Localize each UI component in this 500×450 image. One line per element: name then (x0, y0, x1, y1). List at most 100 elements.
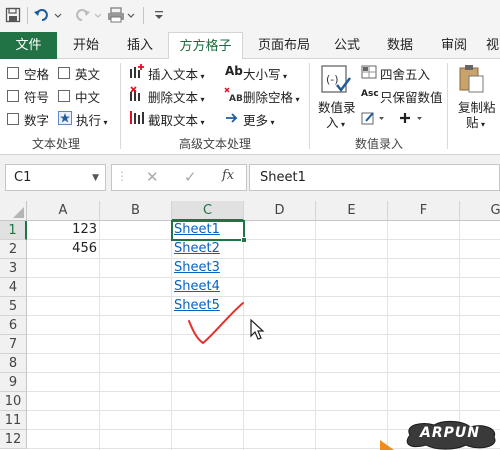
asc-icon: Asc (361, 89, 379, 99)
hyperlink-cell[interactable]: Sheet3 (174, 260, 220, 275)
extract-text-button[interactable]: 截取文本 ▾ (148, 110, 205, 129)
row-header[interactable]: 9 (0, 373, 27, 392)
enter-icon[interactable]: ✓ (184, 168, 197, 186)
checkbox-label: 符号 (24, 90, 50, 105)
checkbox-english[interactable] (58, 67, 70, 79)
cell-a1[interactable]: 123 (25, 222, 97, 237)
column-header[interactable]: A (27, 201, 100, 221)
ribbon: 空格 英文 符号 中文 数字 执行 ▾ 文本处理 插入文本 ▾ 删除文本 ▾ 截… (0, 59, 500, 155)
hyperlink-cell[interactable]: Sheet2 (174, 241, 220, 256)
plus-icon[interactable] (399, 111, 429, 128)
tab-insert[interactable]: 插入 (118, 32, 162, 59)
delete-text-icon (129, 86, 145, 105)
row-header[interactable]: 11 (0, 411, 27, 430)
round-button[interactable]: 四舍五入 (380, 64, 430, 83)
paste-icon (458, 64, 486, 97)
watermark-text: ARPUN (420, 425, 480, 441)
tab-formulas[interactable]: 公式 (325, 32, 369, 59)
formula-tools: ⋮ ✕ ✓ fx (111, 164, 247, 191)
group-divider (309, 63, 310, 149)
chevron-down-icon[interactable]: ▼ (92, 173, 99, 183)
ribbon-tab-bar: 文件 开始 插入 方方格子 页面布局 公式 数据 审阅 视 (0, 32, 500, 60)
row-header[interactable]: 5 (0, 297, 27, 316)
row-header[interactable]: 10 (0, 392, 27, 411)
column-header[interactable]: F (388, 201, 460, 221)
row-header[interactable]: 7 (0, 335, 27, 354)
fill-handle[interactable] (241, 237, 247, 243)
checkbox-label: 英文 (75, 67, 101, 82)
formula-bar: C1 ▼ ⋮ ✕ ✓ fx Sheet1 (0, 155, 500, 201)
keep-value-button[interactable]: 只保留数值 (380, 87, 443, 106)
name-box[interactable]: C1 ▼ (5, 164, 106, 191)
selected-cell-c1[interactable] (171, 220, 247, 243)
formula-input-value: Sheet1 (260, 170, 306, 185)
tab-fangfang-grid[interactable]: 方方格子 (168, 32, 243, 60)
svg-text:AB: AB (229, 94, 243, 103)
drag-handle-icon[interactable]: ⋮ (116, 169, 128, 183)
more-button[interactable]: 更多 ▾ (243, 110, 275, 129)
edit-icon[interactable] (361, 111, 391, 128)
gridline (27, 296, 500, 297)
formula-input[interactable]: Sheet1 (249, 164, 500, 191)
cell-a2[interactable]: 456 (25, 241, 97, 256)
checkbox-chinese[interactable] (58, 90, 70, 102)
print-icon[interactable] (107, 4, 137, 26)
case-button[interactable]: 大小写 ▾ (243, 64, 287, 83)
row-header[interactable]: 6 (0, 316, 27, 335)
insert-text-button[interactable]: 插入文本 ▾ (148, 64, 205, 83)
tab-review[interactable]: 审阅 (432, 32, 476, 59)
cancel-icon[interactable]: ✕ (146, 168, 159, 186)
gridline (387, 221, 388, 450)
tab-file[interactable]: 文件 (0, 32, 57, 59)
tab-view[interactable]: 视 (486, 32, 500, 59)
row-header-selected[interactable]: 1 (0, 221, 27, 240)
gridline (99, 221, 100, 450)
group-label-text-processing: 文本处理 (32, 137, 81, 151)
column-header-selected[interactable]: C (172, 201, 244, 221)
gridline (27, 391, 500, 392)
gridline (27, 277, 500, 278)
insert-function-icon[interactable]: fx (222, 168, 234, 183)
column-header[interactable]: B (100, 201, 172, 221)
execute-button[interactable]: 执行 ▾ (76, 110, 108, 129)
more-arrow-icon (225, 112, 239, 127)
group-divider (120, 63, 121, 149)
delete-space-button[interactable]: 删除空格 ▾ (243, 87, 300, 106)
hyperlink-cell[interactable]: Sheet4 (174, 279, 220, 294)
checkbox-number[interactable] (7, 113, 19, 125)
save-icon[interactable] (3, 4, 23, 26)
spreadsheet-grid[interactable]: A B C D E F G 1 2 3 4 5 6 7 8 9 10 11 12 (0, 201, 500, 450)
delete-text-button[interactable]: 删除文本 ▾ (148, 87, 205, 106)
tab-data[interactable]: 数据 (378, 32, 422, 59)
redo-icon[interactable] (73, 4, 103, 26)
gridline (27, 410, 500, 411)
tab-home[interactable]: 开始 (64, 32, 108, 59)
select-all-corner[interactable] (0, 201, 27, 221)
column-header[interactable]: D (244, 201, 316, 221)
gridline (27, 239, 500, 240)
execute-icon[interactable] (58, 111, 72, 125)
checkbox-symbol[interactable] (7, 90, 19, 102)
gridline (27, 353, 500, 354)
undo-icon[interactable] (33, 4, 63, 26)
row-header[interactable]: 4 (0, 278, 27, 297)
svg-text:(-): (-) (326, 73, 339, 86)
column-header[interactable]: E (316, 201, 388, 221)
row-header[interactable]: 12 (0, 430, 27, 449)
extract-text-icon (129, 109, 145, 128)
row-header[interactable]: 3 (0, 259, 27, 278)
customize-icon[interactable] (151, 4, 167, 26)
row-header[interactable]: 2 (0, 240, 27, 259)
checkbox-label: 数字 (24, 113, 50, 128)
copy-paste-button-line2[interactable]: 贴 ▾ (466, 112, 485, 131)
checkbox-space[interactable] (7, 67, 19, 79)
delete-space-icon: AB (224, 87, 244, 104)
tab-page-layout[interactable]: 页面布局 (251, 32, 317, 59)
row-header[interactable]: 8 (0, 354, 27, 373)
mouse-cursor-icon (250, 319, 265, 340)
column-header[interactable]: G (460, 201, 500, 221)
number-entry-button-line2[interactable]: 入 ▾ (326, 112, 345, 131)
case-icon: Ab (225, 64, 243, 78)
toolbar-divider (143, 7, 144, 24)
group-label-number-entry: 数值录入 (355, 137, 404, 151)
